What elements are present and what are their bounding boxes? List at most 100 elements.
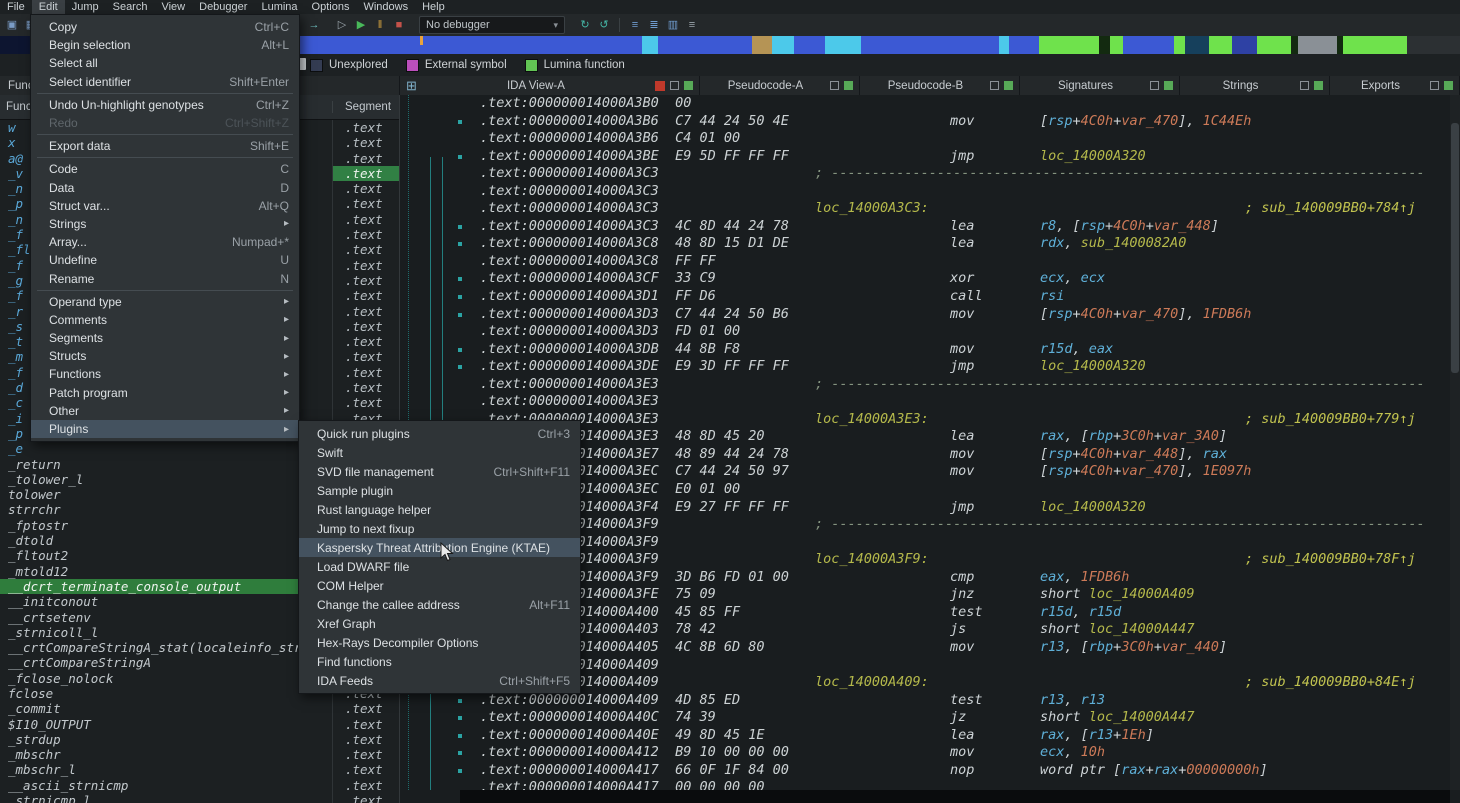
overflow-menu-icon[interactable]: ≡ <box>684 17 700 33</box>
columns-icon[interactable]: ▥ <box>665 17 681 33</box>
disassembly-row[interactable]: .text:000000014000A3E3; ----------------… <box>400 376 1450 394</box>
disassembly-row[interactable]: .text:000000014000A417 00 00 00 00 <box>400 779 1450 790</box>
function-row[interactable]: _commit.text <box>0 701 399 716</box>
function-row[interactable]: _strnicmp_l.text <box>0 793 399 803</box>
disassembly-row[interactable]: .text:000000014000A3C3; ----------------… <box>400 165 1450 183</box>
dock-window-icon[interactable] <box>684 81 693 90</box>
menu-item[interactable]: Begin selectionAlt+L <box>31 36 299 54</box>
disassembly-row[interactable]: .text:000000014000A3DB 44 8B F8movr15d, … <box>400 341 1450 359</box>
disassembly-row[interactable]: .text:000000014000A3C3 <box>400 183 1450 201</box>
dock-window-icon[interactable] <box>1444 81 1453 90</box>
function-row[interactable]: _mbschr_l.text <box>0 762 399 777</box>
dock-window-icon[interactable] <box>1004 81 1013 90</box>
menu-item[interactable]: IDA FeedsCtrl+Shift+F5 <box>299 671 580 690</box>
vertical-scrollbar[interactable] <box>1450 95 1460 790</box>
stop-icon[interactable]: ■ <box>391 17 407 33</box>
menu-edit[interactable]: Edit <box>32 0 65 14</box>
dock-window-icon[interactable] <box>1164 81 1173 90</box>
menu-jump[interactable]: Jump <box>65 0 106 14</box>
disassembly-row[interactable]: .text:000000014000A412 B9 10 00 00 00mov… <box>400 744 1450 762</box>
pause-icon[interactable]: ‖ <box>372 17 388 33</box>
disassembly-row[interactable]: .text:000000014000A3C8 48 8D 15 D1 DElea… <box>400 235 1450 253</box>
menu-item[interactable]: Change the callee addressAlt+F11 <box>299 595 580 614</box>
menu-item[interactable]: Undo Un-highlight genotypesCtrl+Z <box>31 96 299 114</box>
menu-item[interactable]: Comments▸ <box>31 311 299 329</box>
menu-view[interactable]: View <box>154 0 192 14</box>
tab-ida-view-a[interactable]: ⊞IDA View-A <box>400 76 700 95</box>
menu-item[interactable]: CopyCtrl+C <box>31 18 299 36</box>
float-window-icon[interactable] <box>990 81 999 90</box>
tab-pseudocode-a[interactable]: Pseudocode-A <box>700 76 860 95</box>
tab-strings[interactable]: Strings <box>1180 76 1330 95</box>
function-row[interactable]: _mbschr.text <box>0 747 399 762</box>
disassembly-row[interactable]: .text:000000014000A409 4D 85 EDtestr13, … <box>400 692 1450 710</box>
menu-item[interactable]: Array...Numpad+* <box>31 233 299 251</box>
menu-item[interactable]: Find functions <box>299 652 580 671</box>
disassembly-row[interactable]: .text:000000014000A417 66 0F 1F 84 00nop… <box>400 762 1450 780</box>
refresh-icon[interactable]: ↻ <box>577 17 593 33</box>
menu-item[interactable]: Structs▸ <box>31 347 299 365</box>
float-window-icon[interactable] <box>1430 81 1439 90</box>
menu-item[interactable]: Jump to next fixup <box>299 519 580 538</box>
tab-signatures[interactable]: Signatures <box>1020 76 1180 95</box>
menu-debugger[interactable]: Debugger <box>192 0 254 14</box>
disassembly-row[interactable]: .text:000000014000A3C8 FF FF <box>400 253 1450 271</box>
rotate-icon[interactable]: ↺ <box>596 17 612 33</box>
play-icon[interactable]: ▶ <box>353 17 369 33</box>
disassembly-row[interactable]: .text:000000014000A3E3 <box>400 393 1450 411</box>
menu-item[interactable]: Hex-Rays Decompiler Options <box>299 633 580 652</box>
disassembly-row[interactable]: .text:000000014000A40C 74 39jzshort loc_… <box>400 709 1450 727</box>
jump-icon[interactable]: → <box>306 17 322 33</box>
menu-item[interactable]: Other▸ <box>31 402 299 420</box>
menu-item[interactable]: CodeC <box>31 160 299 178</box>
debugger-select[interactable]: No debugger ▾ <box>419 16 565 34</box>
tab-pseudocode-b[interactable]: Pseudocode-B <box>860 76 1020 95</box>
window-icon[interactable]: ▣ <box>4 17 20 33</box>
menu-item[interactable]: Patch program▸ <box>31 384 299 402</box>
menu-file[interactable]: File <box>0 0 32 14</box>
menu-item[interactable]: Xref Graph <box>299 614 580 633</box>
disassembly-row[interactable]: .text:000000014000A3B6 C7 44 24 50 4Emov… <box>400 113 1450 131</box>
menu-item[interactable]: Plugins▸ <box>31 420 299 438</box>
disassembly-row[interactable]: .text:000000014000A3D3 C7 44 24 50 B6mov… <box>400 306 1450 324</box>
menu-item[interactable]: RenameN <box>31 269 299 287</box>
menu-lumina[interactable]: Lumina <box>254 0 304 14</box>
float-window-icon[interactable] <box>1300 81 1309 90</box>
menu-item[interactable]: Strings▸ <box>31 215 299 233</box>
disassembly-row[interactable]: .text:000000014000A3C3loc_14000A3C3:; su… <box>400 200 1450 218</box>
disassembly-row[interactable]: .text:000000014000A3BE E9 5D FF FF FFjmp… <box>400 148 1450 166</box>
menu-item[interactable]: UndefineU <box>31 251 299 269</box>
list-icon[interactable]: ≡ <box>627 17 643 33</box>
disassembly-row[interactable]: .text:000000014000A3D3 FD 01 00 <box>400 323 1450 341</box>
stack-view-icon[interactable]: ≣ <box>646 17 662 33</box>
menu-windows[interactable]: Windows <box>356 0 415 14</box>
menu-help[interactable]: Help <box>415 0 452 14</box>
function-row[interactable]: __ascii_strnicmp.text <box>0 778 399 793</box>
menu-options[interactable]: Options <box>305 0 357 14</box>
menu-item[interactable]: Swift <box>299 443 580 462</box>
tab-exports[interactable]: Exports <box>1330 76 1460 95</box>
float-window-icon[interactable] <box>830 81 839 90</box>
dock-window-icon[interactable] <box>1314 81 1323 90</box>
menu-item[interactable]: Quick run pluginsCtrl+3 <box>299 424 580 443</box>
menu-item[interactable]: Select identifierShift+Enter <box>31 73 299 91</box>
menu-item[interactable]: RedoCtrl+Shift+Z <box>31 114 299 132</box>
dock-window-icon[interactable] <box>844 81 853 90</box>
menu-item[interactable]: Segments▸ <box>31 329 299 347</box>
menu-item[interactable]: Select all <box>31 54 299 72</box>
menu-item[interactable]: Sample plugin <box>299 481 580 500</box>
function-row[interactable]: _strdup.text <box>0 732 399 747</box>
menu-item[interactable]: Functions▸ <box>31 365 299 383</box>
run-to-icon[interactable]: ▷ <box>334 17 350 33</box>
disassembly-row[interactable]: .text:000000014000A40E 49 8D 45 1Elearax… <box>400 727 1450 745</box>
menu-item[interactable]: COM Helper <box>299 576 580 595</box>
menu-search[interactable]: Search <box>106 0 155 14</box>
disassembly-row[interactable]: .text:000000014000A3C3 4C 8D 44 24 78lea… <box>400 218 1450 236</box>
grid-icon[interactable]: ⊞ <box>406 78 417 94</box>
disassembly-row[interactable]: .text:000000014000A3DE E9 3D FF FF FFjmp… <box>400 358 1450 376</box>
menu-item[interactable]: SVD file managementCtrl+Shift+F11 <box>299 462 580 481</box>
column-header-segment[interactable]: Segment <box>332 101 399 113</box>
menu-item[interactable]: DataD <box>31 179 299 197</box>
function-row[interactable]: $I10_OUTPUT.text <box>0 717 399 732</box>
disassembly-row[interactable]: .text:000000014000A3CF 33 C9xorecx, ecx <box>400 270 1450 288</box>
